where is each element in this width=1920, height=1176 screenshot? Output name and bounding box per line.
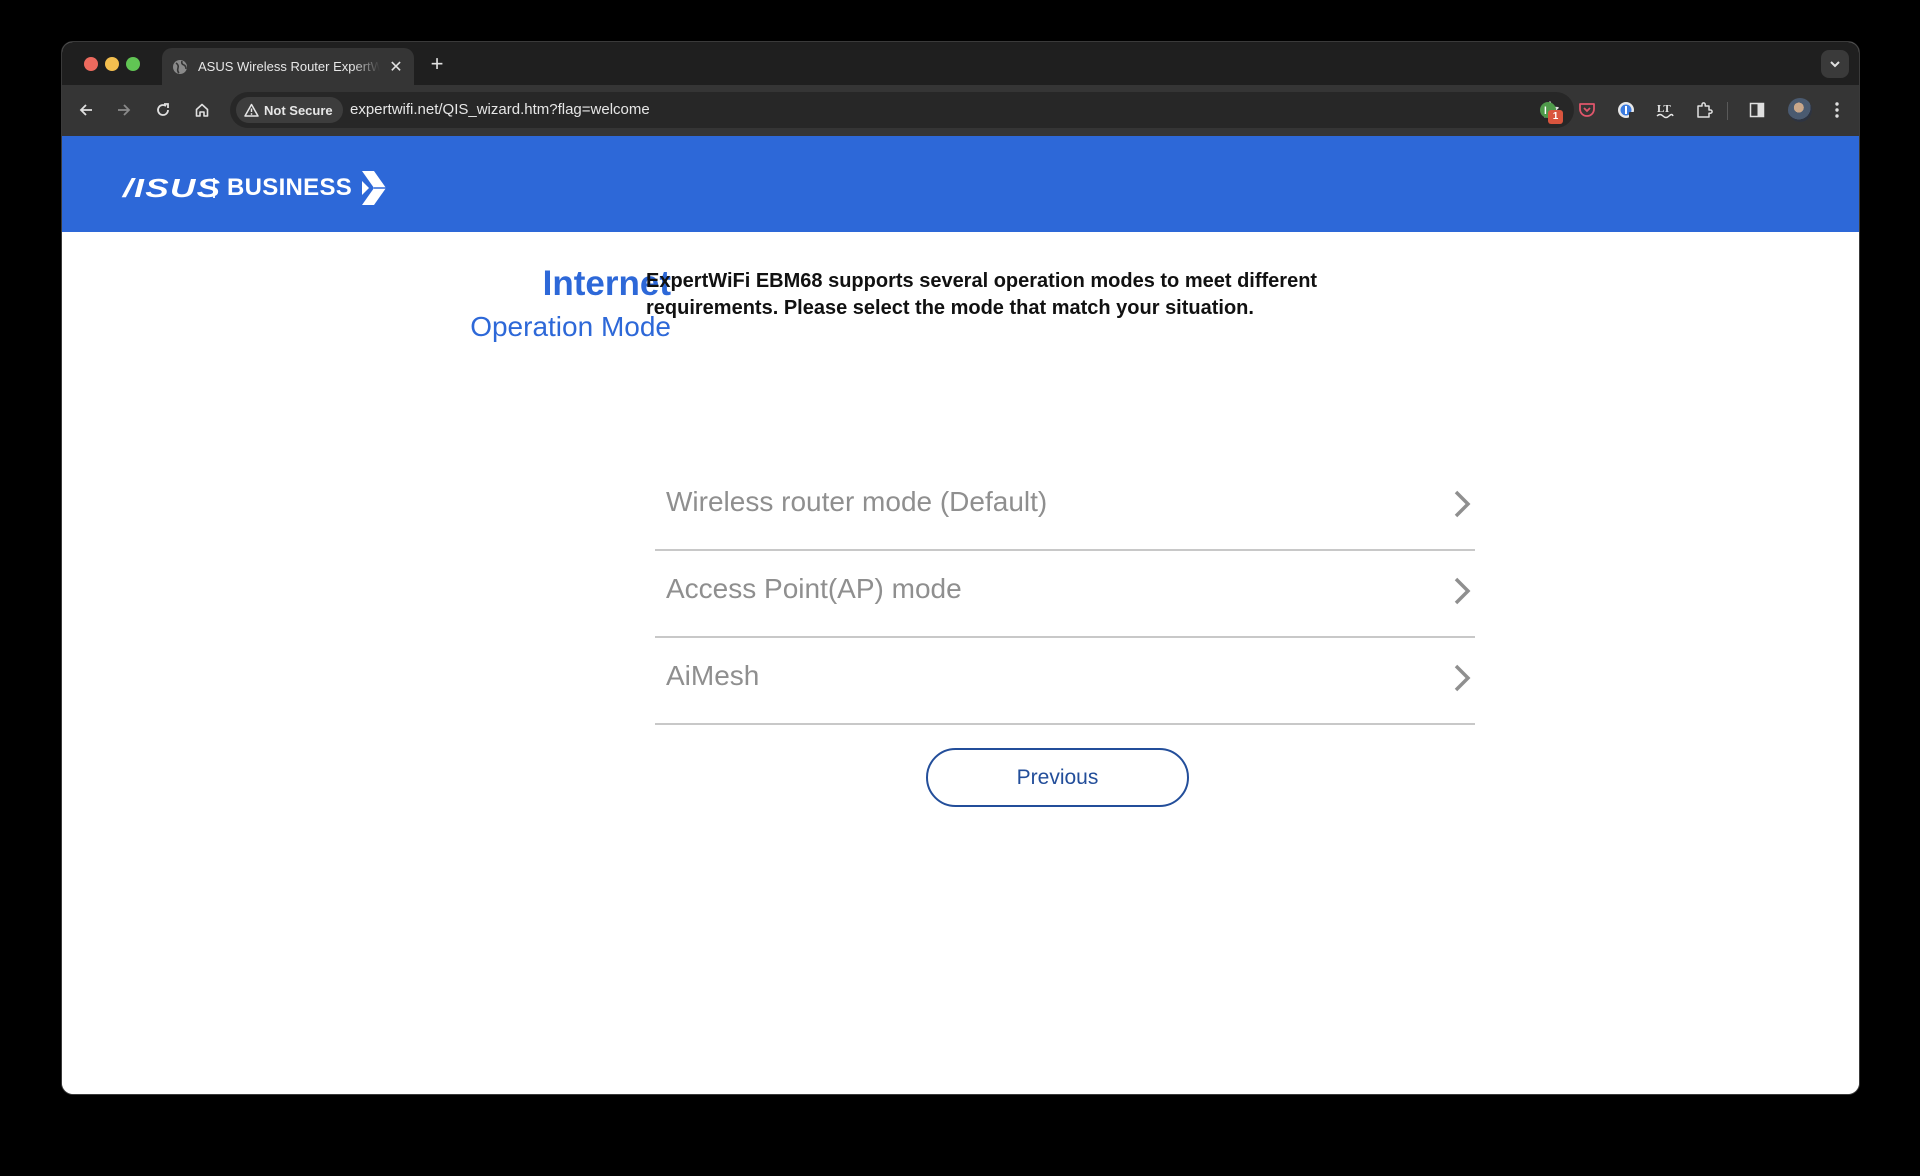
asus-business-logo[interactable]: /ISUS BUSINESS — [123, 169, 388, 207]
address-bar[interactable]: Not Secure expertwifi.net/QIS_wizard.htm… — [230, 92, 1574, 128]
close-tab-icon[interactable]: ✕ — [388, 57, 404, 77]
site-info-button[interactable]: Not Secure — [236, 97, 343, 123]
side-panel-icon[interactable] — [1745, 98, 1769, 122]
description-text: ExpertWiFi EBM68 supports several operat… — [646, 270, 1318, 319]
reload-icon — [157, 103, 169, 116]
chevron-down-icon — [1830, 61, 1840, 68]
svg-text:l: l — [1544, 106, 1547, 117]
previous-button[interactable]: Previous — [926, 748, 1189, 807]
home-button[interactable] — [190, 98, 214, 122]
url-text[interactable]: expertwifi.net/QIS_wizard.htm?flag=welco… — [350, 92, 650, 128]
logo-separator — [213, 178, 215, 198]
mode-option-wireless-router[interactable]: Wireless router mode (Default) — [655, 464, 1475, 551]
home-icon — [195, 103, 209, 117]
browser-window: ASUS Wireless Router ExpertWiFi ✕ + Not … — [61, 41, 1860, 1095]
profile-avatar[interactable] — [1788, 98, 1812, 122]
extension-green-icon[interactable]: l 1 — [1536, 98, 1563, 124]
mode-option-aimesh[interactable]: AiMesh — [655, 638, 1475, 725]
section-heading: Internet Operation Mode — [470, 264, 671, 344]
extensions-puzzle-icon[interactable] — [1692, 98, 1716, 122]
mode-option-access-point[interactable]: Access Point(AP) mode — [655, 551, 1475, 638]
toolbar-divider — [1727, 102, 1728, 120]
browser-toolbar: Not Secure expertwifi.net/QIS_wizard.htm… — [62, 85, 1859, 136]
reload-button[interactable] — [151, 98, 175, 122]
asus-wordmark: /ISUS — [123, 172, 222, 203]
more-menu-icon[interactable] — [1825, 98, 1849, 122]
globe-icon — [172, 59, 188, 75]
pocket-icon[interactable] — [1575, 98, 1599, 122]
section-title: Internet — [542, 264, 671, 303]
mode-label: AiMesh — [666, 660, 760, 691]
tab-active[interactable]: ASUS Wireless Router ExpertWiFi ✕ — [162, 48, 414, 85]
section-subtitle: Operation Mode — [470, 311, 671, 342]
tab-search-button[interactable] — [1821, 50, 1849, 78]
chevron-right-icon — [1451, 663, 1473, 693]
chevron-right-icon — [1451, 489, 1473, 519]
languagetool-icon[interactable]: LT — [1653, 98, 1677, 122]
close-window-button[interactable] — [84, 57, 98, 71]
warning-icon — [244, 103, 259, 117]
new-tab-button[interactable]: + — [424, 51, 450, 77]
mode-label: Access Point(AP) mode — [666, 573, 962, 604]
page-content: /ISUS BUSINESS Internet Operation Mode E… — [62, 136, 1859, 1094]
chevron-right-icon — [1451, 576, 1473, 606]
tab-title: ASUS Wireless Router ExpertWiFi — [198, 59, 380, 74]
back-button[interactable] — [74, 98, 98, 122]
arrow-right-icon — [118, 104, 131, 116]
arrow-left-icon — [79, 104, 92, 116]
forward-button[interactable] — [112, 98, 136, 122]
maximize-window-button[interactable] — [126, 57, 140, 71]
expertwifi-mark-icon — [360, 169, 388, 207]
tab-strip: ASUS Wireless Router ExpertWiFi ✕ + — [62, 42, 1859, 85]
mode-label: Wireless router mode (Default) — [666, 486, 1048, 517]
minimize-window-button[interactable] — [105, 57, 119, 71]
extension-blue-icon[interactable] — [1614, 98, 1638, 122]
svg-text:LT: LT — [1657, 103, 1671, 115]
operation-mode-list: Wireless router mode (Default) Access Po… — [655, 464, 1475, 725]
business-wordmark: BUSINESS — [227, 174, 353, 201]
extension-badge: 1 — [1548, 110, 1563, 124]
asus-header: /ISUS BUSINESS — [62, 136, 1859, 232]
security-label: Not Secure — [264, 102, 333, 118]
